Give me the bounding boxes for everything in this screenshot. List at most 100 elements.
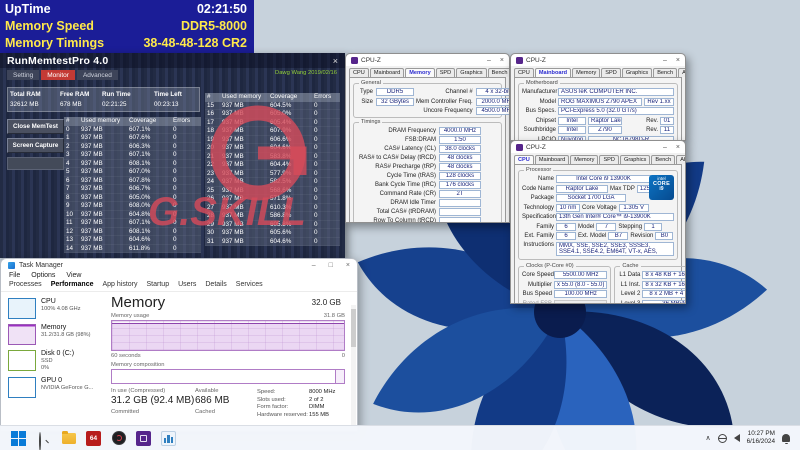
taskmanager-tab[interactable]: Startup	[147, 281, 170, 288]
cpuz-tab[interactable]: Mainboard	[534, 155, 570, 164]
cpuz-app-icon	[351, 56, 358, 64]
table-row: 8 937 MB 605.0% 0	[64, 193, 201, 202]
table-row: 28 937 MB 586.8% 0	[205, 212, 340, 221]
performance-sidebar: CPU 100% 4.08 GHz Memory 31.2/31.8 GB (9…	[1, 292, 99, 431]
cpuz-tab[interactable]: SPD	[599, 155, 619, 164]
taskmanager-tab[interactable]: Users	[178, 281, 196, 288]
sidebar-item[interactable]: GPU 0 NVIDIA GeForce G...	[6, 374, 99, 400]
minimize-icon[interactable]: –	[663, 57, 667, 64]
cache-group: Cache L1 Data8 x 48 KB + 16 x 32 KB L1 I…	[614, 263, 685, 303]
close-icon[interactable]: ×	[676, 144, 680, 151]
table-row: 12 937 MB 608.1% 0	[64, 227, 201, 236]
search-button[interactable]	[35, 430, 52, 450]
available-value: 686 MB	[195, 395, 230, 406]
windows-logo-icon	[11, 430, 26, 446]
volume-icon[interactable]	[733, 434, 740, 442]
menu-item[interactable]: File	[9, 272, 20, 279]
memory-usage-graph	[111, 320, 345, 351]
gskill-button[interactable]	[110, 430, 127, 447]
sidebar-item[interactable]: CPU 100% 4.08 GHz	[6, 295, 99, 321]
panel-title: Memory	[111, 294, 166, 311]
start-button[interactable]	[10, 430, 27, 447]
table-row: 3 937 MB 607.1% 0	[64, 151, 201, 160]
cpuz-tab[interactable]: Memory	[405, 68, 435, 77]
cpuz-tab[interactable]: SPD	[601, 68, 621, 77]
cpuz-titlebar: CPU-Z – ×	[511, 54, 685, 66]
cpuz-tab[interactable]: About	[676, 155, 685, 164]
sidebar-item[interactable]: Disk 0 (C:) SSD 0%	[6, 347, 99, 374]
cpuz-tab[interactable]: CPU	[514, 155, 534, 164]
multiplier: x 55.0 (8.0 - 55.0)	[554, 280, 608, 289]
processor-group: Processor intel CORE i9 Name Intel Core i…	[518, 167, 678, 260]
cpuz-tab[interactable]: Bench	[653, 68, 678, 77]
tray-time: 10:27 PM	[747, 430, 775, 437]
close-icon[interactable]: ×	[500, 57, 504, 64]
timing-row: Bank Cycle Time (tRC) 176 clocks	[357, 181, 498, 189]
channel-count: 4 x 32-bit	[475, 88, 509, 96]
cpuz-tab[interactable]: About	[678, 68, 685, 77]
cpuz-button[interactable]	[135, 430, 152, 447]
table-row: 30 937 MB 605.6% 0	[205, 229, 340, 238]
close-icon[interactable]: ×	[333, 56, 338, 66]
timing-row: CAS# Latency (CL) 38.0 clocks	[357, 145, 498, 153]
cpuz-tabs: CPUMainboardMemorySPDGraphicsBenchAbout	[514, 68, 685, 77]
minimize-icon[interactable]: –	[663, 144, 667, 151]
tray-date: 6/16/2024	[746, 438, 775, 445]
cpuz-tab[interactable]: Bench	[651, 155, 676, 164]
timing-row: Row To Column (tRCD)	[357, 217, 498, 222]
table-row: 0 937 MB 607.1% 0	[64, 125, 201, 134]
taskmanager-tab[interactable]: Details	[205, 281, 226, 288]
info-header: Total RAM	[10, 90, 41, 98]
menu-item[interactable]: Options	[31, 272, 55, 279]
taskbar: 64 ∧ 10:27 PM 6/16/2024	[0, 425, 800, 450]
table-row: 5 937 MB 607.0% 0	[64, 168, 201, 177]
menu-item[interactable]: View	[66, 272, 81, 279]
close-memtest-button[interactable]: Close MemTest	[7, 119, 64, 134]
chevron-up-icon[interactable]: ∧	[705, 434, 710, 442]
taskmanager-tab[interactable]: Services	[236, 281, 263, 288]
taskmanager-tab[interactable]: App history	[102, 281, 137, 288]
taskmanager-tab[interactable]: Performance	[51, 281, 94, 288]
cpuz-tab[interactable]: CPU	[514, 68, 534, 77]
tab-setting[interactable]: Setting	[7, 70, 40, 80]
cpuz-tab[interactable]: Graphics	[619, 155, 651, 164]
table-row: 16 937 MB 605.0% 0	[205, 110, 340, 119]
scrollbar-thumb[interactable]	[351, 309, 356, 347]
memory-size: 32 GBytes	[376, 97, 414, 106]
clock[interactable]: 10:27 PM 6/16/2024	[747, 430, 775, 446]
sidebar-item[interactable]: Memory 31.2/31.8 GB (98%)	[6, 321, 99, 347]
minimize-icon[interactable]: –	[487, 57, 491, 64]
cpuz-tab[interactable]: Bench	[487, 68, 509, 77]
close-icon[interactable]: ×	[346, 262, 350, 269]
cpuz-tab[interactable]: Mainboard	[369, 68, 405, 77]
timings-group: Timings DRAM Frequency 4000.0 MHz FSB:DR…	[353, 119, 502, 222]
cpuz-tab[interactable]: Memory	[572, 68, 601, 77]
file-explorer-button[interactable]	[60, 430, 77, 447]
table-row: 11 937 MB 607.1% 0	[64, 219, 201, 228]
memtest64-button[interactable]: 64	[85, 430, 102, 447]
network-icon[interactable]	[717, 433, 727, 443]
maximize-icon[interactable]: □	[329, 262, 333, 269]
taskmanager-menubar: File Options View	[1, 271, 357, 279]
instructions: MMX, SSE, SSE2, SSE3, SSSE3, SSE4.1, SSE…	[556, 241, 674, 256]
cpuz-tab[interactable]: SPD	[435, 68, 456, 77]
vertical-scrollbar[interactable]	[351, 305, 356, 431]
window-title: CPU-Z	[526, 56, 546, 64]
folder-icon	[61, 430, 76, 444]
cpuz-tab[interactable]: Mainboard	[534, 68, 572, 77]
cpuz-tab[interactable]: Graphics	[456, 68, 487, 77]
cpuz-tab[interactable]: Graphics	[621, 68, 653, 77]
task-manager-button[interactable]	[160, 430, 177, 447]
cpuz-tab[interactable]: Memory	[570, 155, 599, 164]
tab-advanced[interactable]: Advanced	[76, 70, 118, 80]
notification-bell-icon[interactable]	[782, 434, 790, 444]
close-icon[interactable]: ×	[676, 57, 680, 64]
table-row: 6 937 MB 607.8% 0	[64, 176, 201, 185]
table-row: 24 937 MB 582.5% 0	[205, 178, 340, 187]
tab-monitor[interactable]: Monitor	[41, 70, 75, 80]
minimize-icon[interactable]: –	[312, 262, 316, 269]
taskmanager-tabs: Processes Performance App history Startup Us…	[1, 279, 357, 292]
screen-capture-button[interactable]: Screen Capture	[7, 138, 64, 153]
taskmanager-tab[interactable]: Processes	[9, 281, 42, 288]
cpuz-tab[interactable]: CPU	[349, 68, 369, 77]
